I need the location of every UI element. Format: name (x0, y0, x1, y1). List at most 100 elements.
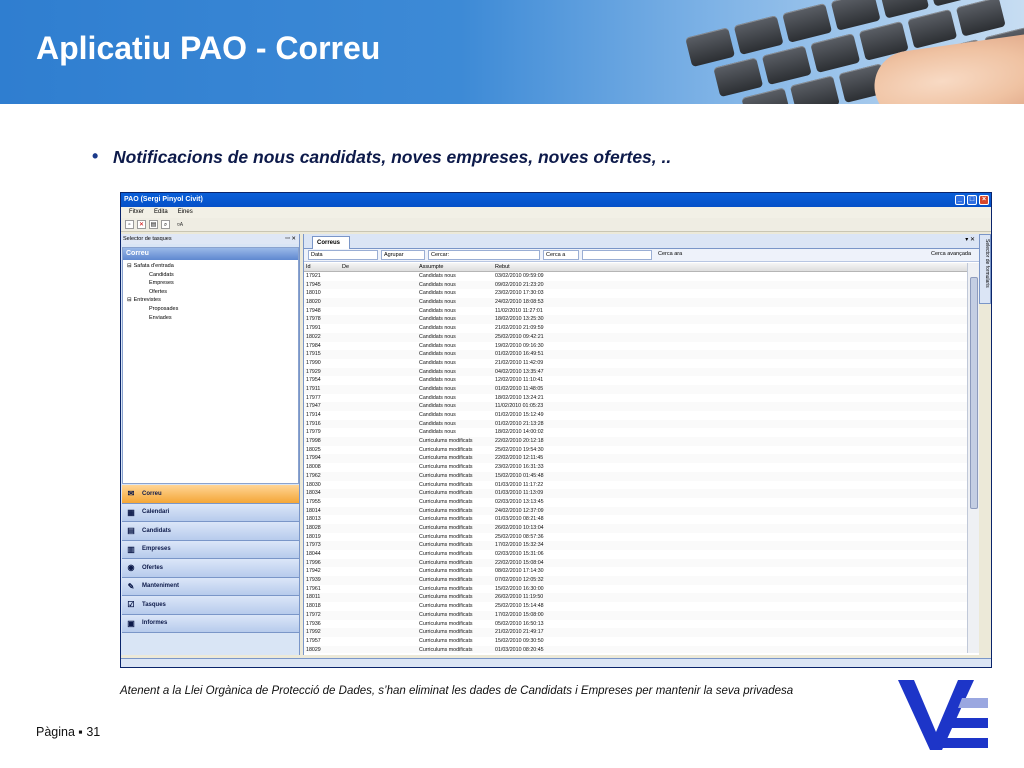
table-row[interactable]: 18019 Curriculums modificats 25/02/2010 08… (304, 533, 968, 542)
table-row[interactable]: 17948 Candidats nous 11/02/2010 11:27:01 (304, 307, 968, 316)
table-row[interactable]: 18014 Curriculums modificats 24/02/2010 12… (304, 506, 968, 516)
tree-toggle-icon[interactable]: ⊟ (127, 263, 132, 269)
menu-tools[interactable]: Eines (178, 207, 193, 218)
table-row[interactable]: 17998 Curriculums modificats 22/02/2010 20… (304, 437, 968, 446)
nav-item-ofertes[interactable]: ◉ Ofertes (122, 559, 299, 578)
table-row[interactable]: 17962 Curriculums modificats 15/02/2010 01… (304, 471, 968, 481)
table-row[interactable]: 18008 Curriculums modificats 23/02/2010 16… (304, 463, 968, 472)
table-cell: Candidats nous (419, 342, 456, 349)
table-row[interactable]: 17984 Candidats nous 19/02/2010 09:16:30 (304, 342, 968, 351)
table-cell: 18044 (306, 551, 321, 557)
table-row[interactable]: 17992 Curriculums modificats 21/02/2010 21… (304, 628, 968, 637)
scroll-thumb[interactable] (970, 277, 978, 509)
table-row[interactable]: 18022 Candidats nous 25/02/2010 09:42:21 (304, 332, 968, 342)
table-cell: Candidats nous (419, 420, 456, 427)
table-row[interactable]: 17978 Candidats nous 18/02/2010 13:25:30 (304, 315, 968, 325)
minimize-button[interactable]: _ (955, 195, 965, 205)
table-cell (340, 498, 417, 507)
table-row[interactable]: 17947 Candidats nous 11/02/2010 01:05:23 (304, 402, 968, 411)
table-row[interactable]: 18013 Curriculums modificats 01/03/2010 08… (304, 515, 968, 524)
table-row[interactable]: 18029 Curriculums modificats 01/03/2010 08… (304, 645, 968, 653)
advanced-search-button[interactable]: Cerca avançada (928, 250, 974, 260)
nav-item-informes[interactable]: ▣ Informes (122, 614, 299, 633)
menu-edit[interactable]: Edita (154, 207, 168, 218)
table-cell: 17915 (306, 351, 321, 358)
table-row[interactable]: 17939 Curriculums modificats 07/02/2010 12… (304, 576, 968, 585)
table-row[interactable]: 17979 Candidats nous 18/02/2010 14:00:02 (304, 428, 968, 437)
table-row[interactable]: 17991 Candidats nous 21/02/2010 21:09:59 (304, 324, 968, 333)
table-row[interactable]: 18030 Curriculums modificats 01/03/2010 11… (304, 481, 968, 490)
table-row[interactable]: 18011 Curriculums modificats 26/02/2010 11… (304, 593, 968, 603)
table-row[interactable]: 17994 Curriculums modificats 22/02/2010 12… (304, 454, 968, 464)
col-from[interactable]: De (340, 263, 417, 271)
search-in-select[interactable]: Cerca a (543, 250, 579, 260)
sort-field-select[interactable]: Data (308, 250, 378, 260)
table-row[interactable]: 17961 Curriculums modificats 15/02/2010 16… (304, 585, 968, 594)
table-row[interactable]: 17915 Candidats nous 01/02/2010 16:49:51 (304, 350, 968, 359)
search-input[interactable]: Cercar: (428, 250, 540, 260)
table-row[interactable]: 17911 Candidats nous 01/02/2010 11:48:05 (304, 384, 968, 394)
tree-node[interactable]: Empreses (123, 279, 298, 288)
table-row[interactable]: 17973 Curriculums modificats 17/02/2010 15… (304, 541, 968, 550)
preview-icon[interactable]: ⌕ (161, 220, 170, 229)
form-selector-tab[interactable]: Selector de formularis (979, 234, 991, 304)
nav-item-candidats[interactable]: ▤ Candidats (122, 522, 299, 541)
nav-item-empreses[interactable]: ▥ Empreses (122, 540, 299, 559)
tree-node[interactable]: Enviades (123, 314, 298, 323)
window-titlebar[interactable]: PAO (Sergi Pinyol Civit) _ □ × (121, 193, 991, 207)
maximize-button[interactable]: □ (967, 195, 977, 205)
vertical-scrollbar[interactable] (967, 263, 979, 653)
table-row[interactable]: 17954 Candidats nous 12/02/2010 11:10:41 (304, 376, 968, 385)
print-icon[interactable]: ▤ (149, 220, 158, 229)
table-row[interactable]: 17996 Curriculums modificats 22/02/2010 15… (304, 558, 968, 568)
tree-toggle-icon[interactable]: ⊟ (127, 297, 132, 303)
col-id[interactable]: Id (304, 263, 340, 271)
tree-node[interactable]: ⊟ Safata d'entrada (123, 262, 298, 271)
horizontal-scrollbar[interactable] (121, 658, 991, 667)
table-row[interactable]: 18010 Candidats nous 23/02/2010 17:30:03 (304, 289, 968, 298)
menu-file[interactable]: Fitxer (129, 207, 144, 218)
table-cell: 21/02/2010 21:49:17 (495, 629, 544, 636)
pane-close-icon[interactable]: ꟷ ✕ (285, 234, 296, 244)
search-scope-input[interactable] (582, 250, 652, 260)
tree-node[interactable]: Ofertes (123, 288, 298, 297)
search-now-button[interactable]: Cerca ara (655, 250, 925, 260)
table-row[interactable]: 18044 Curriculums modificats 02/03/2010 15… (304, 550, 968, 559)
table-row[interactable]: 17936 Curriculums modificats 05/02/2010 16… (304, 620, 968, 629)
delete-icon[interactable]: ✕ (137, 220, 146, 229)
table-row[interactable]: 17929 Candidats nous 04/02/2010 13:35:47 (304, 367, 968, 377)
close-button[interactable]: × (979, 195, 989, 205)
tree-node[interactable]: Candidats (123, 271, 298, 280)
table-row[interactable]: 17972 Curriculums modificats 17/02/2010 15… (304, 610, 968, 620)
tree-node[interactable]: ⊟ Entrevistes (123, 296, 298, 305)
table-row[interactable]: 17977 Candidats nous 18/02/2010 13:24:21 (304, 394, 968, 403)
table-row[interactable]: 17945 Candidats nous 09/02/2010 21:23:20 (304, 280, 968, 290)
nav-item-tasques[interactable]: ☑ Tasques (122, 596, 299, 615)
table-row[interactable]: 18034 Curriculums modificats 01/03/2010 11… (304, 489, 968, 498)
table-row[interactable]: 18028 Curriculums modificats 26/02/2010 10… (304, 523, 968, 533)
table-row[interactable]: 18018 Curriculums modificats 25/02/2010 15… (304, 602, 968, 611)
table-row[interactable]: 18025 Curriculums modificats 25/02/2010 19… (304, 446, 968, 455)
tab-correus[interactable]: Correus (312, 236, 350, 249)
table-row[interactable]: 17914 Candidats nous 01/02/2010 15:12:49 (304, 411, 968, 420)
tab-close-icon[interactable]: ▾ ✕ (965, 236, 975, 243)
table-cell (340, 272, 417, 281)
col-received[interactable]: Rebut (493, 263, 583, 271)
table-row[interactable]: 18020 Candidats nous 24/02/2010 18:08:53 (304, 298, 968, 307)
table-row[interactable]: 17957 Curriculums modificats 15/02/2010 09… (304, 637, 968, 646)
table-row[interactable]: 17990 Candidats nous 21/02/2010 11:42:09 (304, 359, 968, 368)
table-row[interactable]: 17942 Curriculums modificats 08/02/2010 17… (304, 567, 968, 576)
table-cell: Curriculums modificats (419, 498, 473, 505)
table-row[interactable]: 17916 Candidats nous 01/02/2010 21:13:28 (304, 419, 968, 429)
new-icon[interactable]: ▫ (125, 220, 134, 229)
nav-item-manteniment[interactable]: ✎ Manteniment (122, 577, 299, 596)
table-cell: Candidats nous (419, 394, 456, 401)
group-select[interactable]: Agrupar (381, 250, 425, 260)
nav-item-calendari[interactable]: ▦ Calendari (122, 503, 299, 522)
table-row[interactable]: 17921 Candidats nous 03/02/2010 09:59:09 (304, 272, 968, 281)
tree-node[interactable]: Proposades (123, 305, 298, 314)
table-row[interactable]: 17955 Curriculums modificats 02/03/2010 13… (304, 498, 968, 507)
nav-item-correu[interactable]: ✉ Correu (122, 485, 299, 504)
table-cell: Candidats nous (419, 325, 456, 332)
col-subject[interactable]: Assumpte (417, 263, 493, 271)
